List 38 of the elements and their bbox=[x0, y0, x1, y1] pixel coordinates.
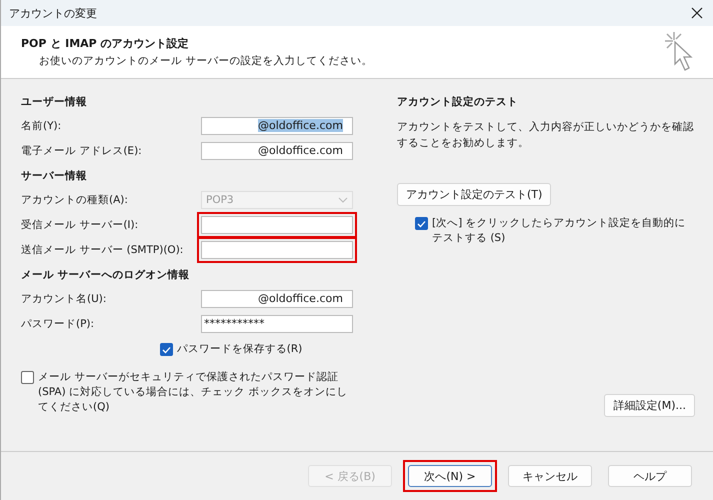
checkbox-label: パスワードを保存する(R) bbox=[176, 342, 302, 356]
field-value: @oldoffice.com bbox=[258, 119, 343, 132]
header-subtitle: お使いのアカウントのメール サーバーの設定を入力してください。 bbox=[38, 54, 372, 68]
chevron-icon bbox=[338, 196, 348, 202]
test-description: アカウントをテストして、入力内容が正しいかどうかを確認することをお勧めします。 bbox=[397, 120, 695, 151]
dialog-button[interactable]: キャンセル bbox=[508, 465, 592, 487]
input-field[interactable]: @oldoffice.com bbox=[201, 142, 353, 160]
dialog-button[interactable]: ヘルプ bbox=[608, 465, 692, 487]
section-heading: ユーザー情報 bbox=[21, 95, 88, 110]
field-label: アカウントの種類(A): bbox=[21, 192, 128, 206]
field-value: @oldoffice.com bbox=[258, 144, 343, 157]
section-heading: メール サーバーへのログオン情報 bbox=[21, 268, 191, 283]
cursor-click-icon bbox=[663, 30, 693, 74]
checkbox[interactable] bbox=[160, 343, 173, 356]
close-icon[interactable] bbox=[691, 7, 703, 19]
header-title: POP と IMAP のアカウント設定 bbox=[21, 36, 190, 51]
checkbox-label: [次へ] をクリックしたらアカウント設定を自動的にテストする (S) bbox=[432, 216, 687, 246]
input-field[interactable]: @oldoffice.com bbox=[201, 290, 353, 308]
section-heading: アカウント設定のテスト bbox=[397, 94, 519, 110]
input-field[interactable]: @oldoffice.com bbox=[201, 116, 353, 134]
input-field[interactable] bbox=[201, 216, 353, 234]
checkbox[interactable] bbox=[415, 217, 428, 230]
checkbox-label: メール サーバーがセキュリティで保護されたパスワード認証 (SPA) に対応している場合には、チェック ボックスをオンにしてください(Q) bbox=[38, 370, 348, 415]
field-label: 電子メール アドレス(E): bbox=[21, 144, 142, 158]
checkbox[interactable] bbox=[21, 371, 34, 384]
field-label: 名前(Y): bbox=[21, 118, 62, 132]
field-label: 送信メール サーバー (SMTP)(O): bbox=[21, 242, 184, 256]
password-field[interactable]: *********** bbox=[201, 314, 353, 332]
more-settings-button[interactable]: 詳細設定(M)... bbox=[604, 394, 695, 417]
field-value: @oldoffice.com bbox=[258, 292, 343, 305]
dialog-button[interactable]: 次へ(N) > bbox=[408, 465, 492, 487]
field-label: パスワード(P): bbox=[21, 316, 94, 330]
section-heading: サーバー情報 bbox=[21, 169, 88, 184]
test-account-button[interactable]: アカウント設定のテスト(T) bbox=[397, 183, 552, 206]
field-label: アカウント名(U): bbox=[21, 292, 106, 306]
window-title: アカウントの変更 bbox=[9, 6, 97, 20]
input-field[interactable] bbox=[201, 240, 353, 258]
field-label: 受信メール サーバー(I): bbox=[21, 218, 138, 232]
